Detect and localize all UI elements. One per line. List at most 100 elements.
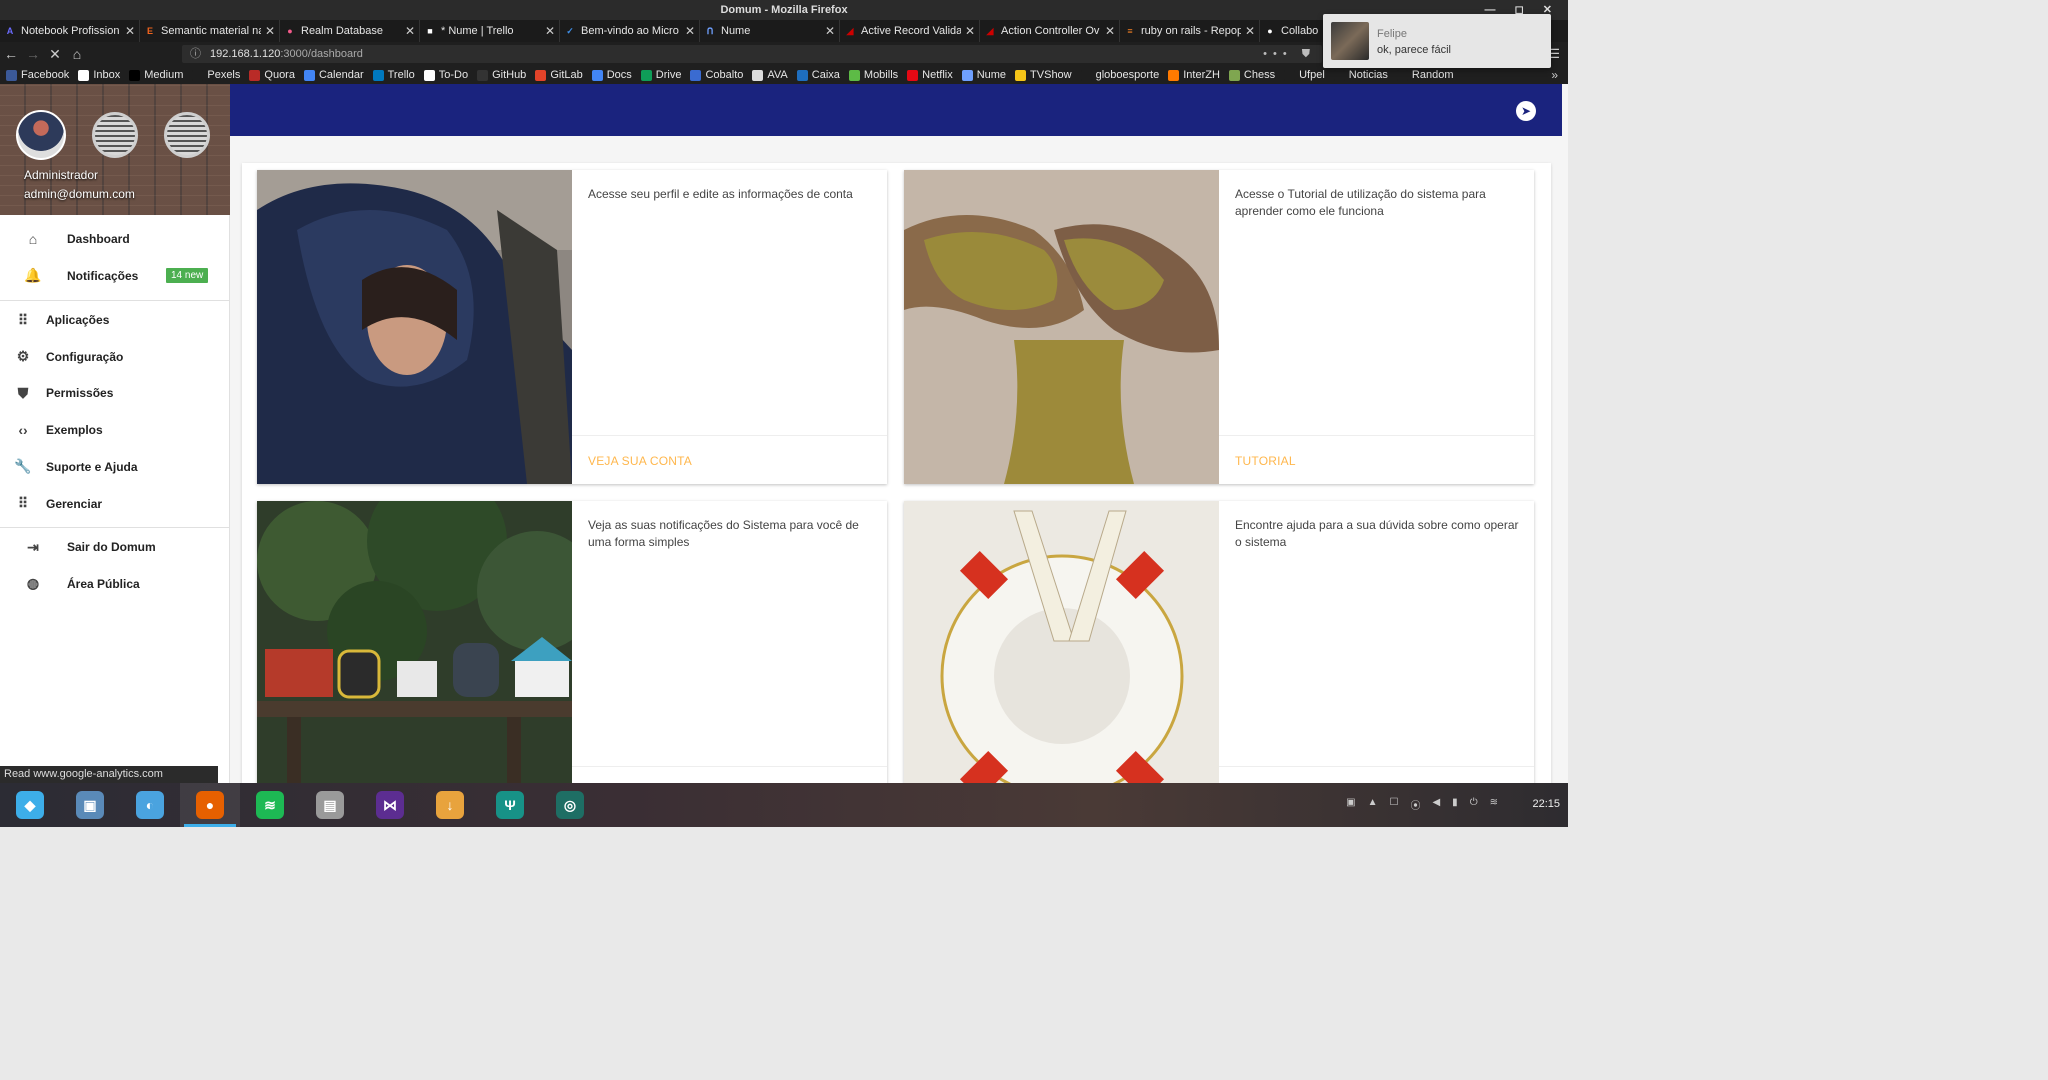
bookmark-item[interactable]: Inbox xyxy=(78,69,120,81)
bookmark-item[interactable]: Noticias xyxy=(1333,69,1388,81)
bookmark-item[interactable]: Docs xyxy=(591,69,632,81)
forward-icon[interactable]: → xyxy=(22,46,44,62)
tray-icon[interactable]: ◀ xyxy=(1432,797,1440,812)
bookmark-item[interactable]: AVA xyxy=(752,69,788,81)
close-icon[interactable]: ✕ xyxy=(405,24,415,38)
bookmark-item[interactable]: TVShow xyxy=(1015,69,1072,81)
system-tray: ▣ ▲ ☐ ⦿ ◀ ▮ ⏻ ≋ xyxy=(1346,797,1498,812)
bookmark-item[interactable]: GitLab xyxy=(535,69,583,81)
browser-tab[interactable]: ◢ Active Record Valida ✕ xyxy=(840,20,980,42)
bookmark-item[interactable]: Random xyxy=(1396,69,1454,81)
browser-tab[interactable]: A Notebook Profission ✕ xyxy=(0,20,140,42)
avatar[interactable] xyxy=(16,110,66,160)
window-switcher-icon[interactable]: ▣ xyxy=(60,783,120,827)
bookmark-item[interactable]: Calendar xyxy=(303,69,364,81)
bookmark-item[interactable]: Caixa xyxy=(796,69,840,81)
sidebar-item-notifica-es[interactable]: 🔔 Notificações 14 new xyxy=(0,258,229,294)
gitkraken-icon[interactable]: Ψ xyxy=(480,783,540,827)
taskbar: ◆ ▣ ◐ ● ≋ ▤ ⋈ ↓ Ψ ◎ ▣ ▲ ☐ ⦿ ◀ ▮ ⏻ ≋ 22:15 xyxy=(0,783,1568,827)
tray-icon[interactable]: ▣ xyxy=(1346,797,1355,812)
bookmark-item[interactable]: Facebook xyxy=(6,69,69,81)
browser-tab[interactable]: ■ * Nume | Trello ✕ xyxy=(420,20,560,42)
bookmark-item[interactable]: Quora xyxy=(249,69,295,81)
tray-icon[interactable]: ☐ xyxy=(1390,797,1399,812)
bookmark-label: Nume xyxy=(976,69,1007,81)
sidebar-item-label: Área Pública xyxy=(67,576,140,591)
nume-logo-icon: ᑎ xyxy=(706,25,714,36)
tray-icon[interactable]: ⏻ xyxy=(1470,797,1478,812)
tray-icon[interactable]: ▮ xyxy=(1452,797,1458,812)
sidebar-item-sair-do-domum[interactable]: ⇥ Sair do Domum xyxy=(0,529,229,565)
mobills-icon xyxy=(848,69,860,81)
close-icon[interactable]: ✕ xyxy=(825,24,835,38)
sidebar-item-permiss-es[interactable]: ⛊ Permissões xyxy=(0,375,229,411)
tray-icon[interactable]: ▲ xyxy=(1368,797,1378,812)
tray-icon[interactable]: ⦿ xyxy=(1410,797,1420,812)
close-icon[interactable]: ✕ xyxy=(1245,24,1255,38)
compass-icon[interactable]: ➤ xyxy=(1516,101,1536,121)
browser-tab[interactable]: ● Collabo xyxy=(1260,20,1330,42)
tray-icon[interactable]: ≋ xyxy=(1490,797,1498,812)
bookmark-item[interactable]: InterZH xyxy=(1168,69,1220,81)
browser-tab[interactable]: ◢ Action Controller Ov ✕ xyxy=(980,20,1120,42)
bookmark-item[interactable]: Trello xyxy=(372,69,415,81)
stop-loading-icon[interactable]: ✕ xyxy=(44,46,66,63)
page-viewport: Administrador admin@domum.com ⌂ Dashboard… xyxy=(0,84,1568,783)
bookmarks-overflow-icon[interactable]: » xyxy=(1551,68,1558,82)
bookmark-item[interactable]: Nume xyxy=(961,69,1007,81)
github-icon xyxy=(477,69,489,81)
home-page-icon[interactable]: ⌂ xyxy=(66,46,88,62)
browser-tab[interactable]: ✓ Bem-vindo ao Micro ✕ xyxy=(560,20,700,42)
visual-studio-code-icon[interactable]: ⋈ xyxy=(360,783,420,827)
sidebar-item-exemplos[interactable]: ‹› Exemplos xyxy=(0,412,229,448)
bookmark-item[interactable]: Mobills xyxy=(848,69,898,81)
chat-notification[interactable]: Felipe ok, parece fácil xyxy=(1323,14,1551,68)
dolphin-icon[interactable]: ◐ xyxy=(120,783,180,827)
close-icon[interactable]: ✕ xyxy=(685,24,695,38)
bookmark-item[interactable]: Cobalto xyxy=(690,69,743,81)
files-icon[interactable]: ▤ xyxy=(300,783,360,827)
browser-tab[interactable]: E Semantic material na ✕ xyxy=(140,20,280,42)
browser-tab[interactable]: ᑎ Nume ✕ xyxy=(700,20,840,42)
bookmark-item[interactable]: GitHub xyxy=(477,69,526,81)
sidebar-item-suporte-e-ajuda[interactable]: 🔧 Suporte e Ajuda xyxy=(0,449,229,485)
download-icon[interactable]: ↓ xyxy=(420,783,480,827)
tutorial-link[interactable]: TUTORIAL xyxy=(1235,454,1296,468)
close-icon[interactable]: ✕ xyxy=(125,24,135,38)
bookmark-item[interactable]: To-Do xyxy=(423,69,469,81)
bookmark-item[interactable]: Netflix xyxy=(907,69,953,81)
sidebar-item--rea-p-blica[interactable]: ◍ Área Pública xyxy=(0,566,229,602)
sidebar-item-configura-o[interactable]: ⚙ Configuração xyxy=(0,339,229,375)
browser-tab[interactable]: ≡ ruby on rails - Repop ✕ xyxy=(1120,20,1260,42)
bookmark-item[interactable]: Drive xyxy=(640,69,681,81)
gitkraken-alt-icon[interactable]: ◎ xyxy=(540,783,600,827)
bookmark-item[interactable]: globoesporte xyxy=(1080,69,1159,81)
bookmark-item[interactable]: Medium xyxy=(129,69,183,81)
browser-tab[interactable]: ● Realm Database ✕ xyxy=(280,20,420,42)
bookmark-label: Facebook xyxy=(21,69,70,81)
back-icon[interactable]: ← xyxy=(0,46,22,62)
firefox-icon[interactable]: ● xyxy=(180,783,240,827)
sidebar-item-gerenciar[interactable]: ⠿ Gerenciar xyxy=(0,486,229,522)
page-actions-icon[interactable]: ••• ⛊ xyxy=(1263,45,1316,63)
start-menu-icon[interactable]: ◆ xyxy=(0,783,60,827)
spotify-icon[interactable]: ≋ xyxy=(240,783,300,827)
site-info-icon[interactable]: ⓘ xyxy=(190,45,201,63)
url-path: :3000/dashboard xyxy=(280,48,363,60)
url-bar[interactable]: ⓘ 192.168.1.120:3000/dashboard ••• ⛊ xyxy=(182,45,1322,63)
close-icon[interactable]: ✕ xyxy=(1105,24,1115,38)
clock[interactable]: 22:15 xyxy=(1532,798,1560,810)
sidebar-divider xyxy=(0,527,229,528)
view-account-link[interactable]: VEJA SUA CONTA xyxy=(588,454,692,468)
bookmark-label: InterZH xyxy=(1183,69,1220,81)
sidebar-item-dashboard[interactable]: ⌂ Dashboard xyxy=(0,221,229,257)
close-icon[interactable]: ✕ xyxy=(965,24,975,38)
sidebar-item-aplica-es[interactable]: ⠿ Aplicações xyxy=(0,302,229,338)
bookmark-item[interactable]: Pexels xyxy=(192,69,240,81)
bookmark-item[interactable]: Ufpel xyxy=(1284,69,1325,81)
close-icon[interactable]: ✕ xyxy=(545,24,555,38)
bookmark-item[interactable]: Chess xyxy=(1228,69,1275,81)
calendar-icon xyxy=(303,69,315,81)
close-icon[interactable]: ✕ xyxy=(265,24,275,38)
bookmark-label: To-Do xyxy=(438,69,469,81)
